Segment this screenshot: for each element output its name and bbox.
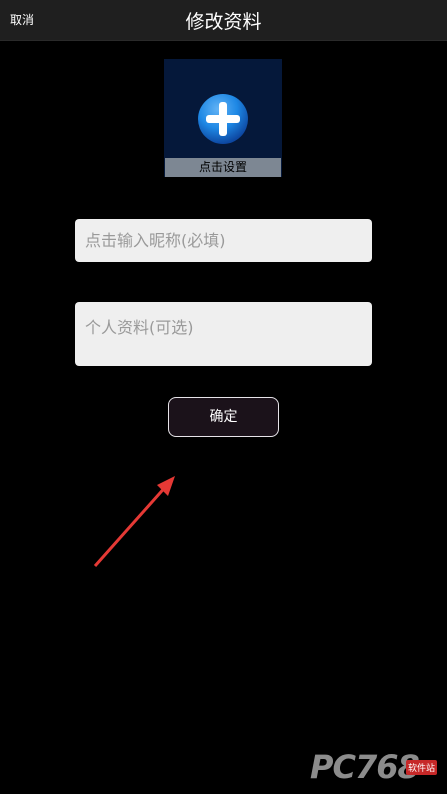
nickname-input[interactable]	[75, 219, 372, 262]
watermark-logo: PC768	[310, 748, 420, 786]
page-title: 修改资料	[185, 11, 262, 33]
watermark-tag: 软件站	[406, 760, 438, 775]
profile-textarea[interactable]	[75, 302, 372, 366]
confirm-button[interactable]: 确定	[168, 397, 279, 437]
plus-circle-icon	[198, 94, 248, 144]
avatar-upload-button[interactable]: 点击设置	[164, 59, 282, 177]
annotation-arrow-icon	[93, 476, 175, 567]
top-bar: 取消 修改资料	[0, 0, 447, 41]
avatar-caption: 点击设置	[165, 158, 281, 177]
